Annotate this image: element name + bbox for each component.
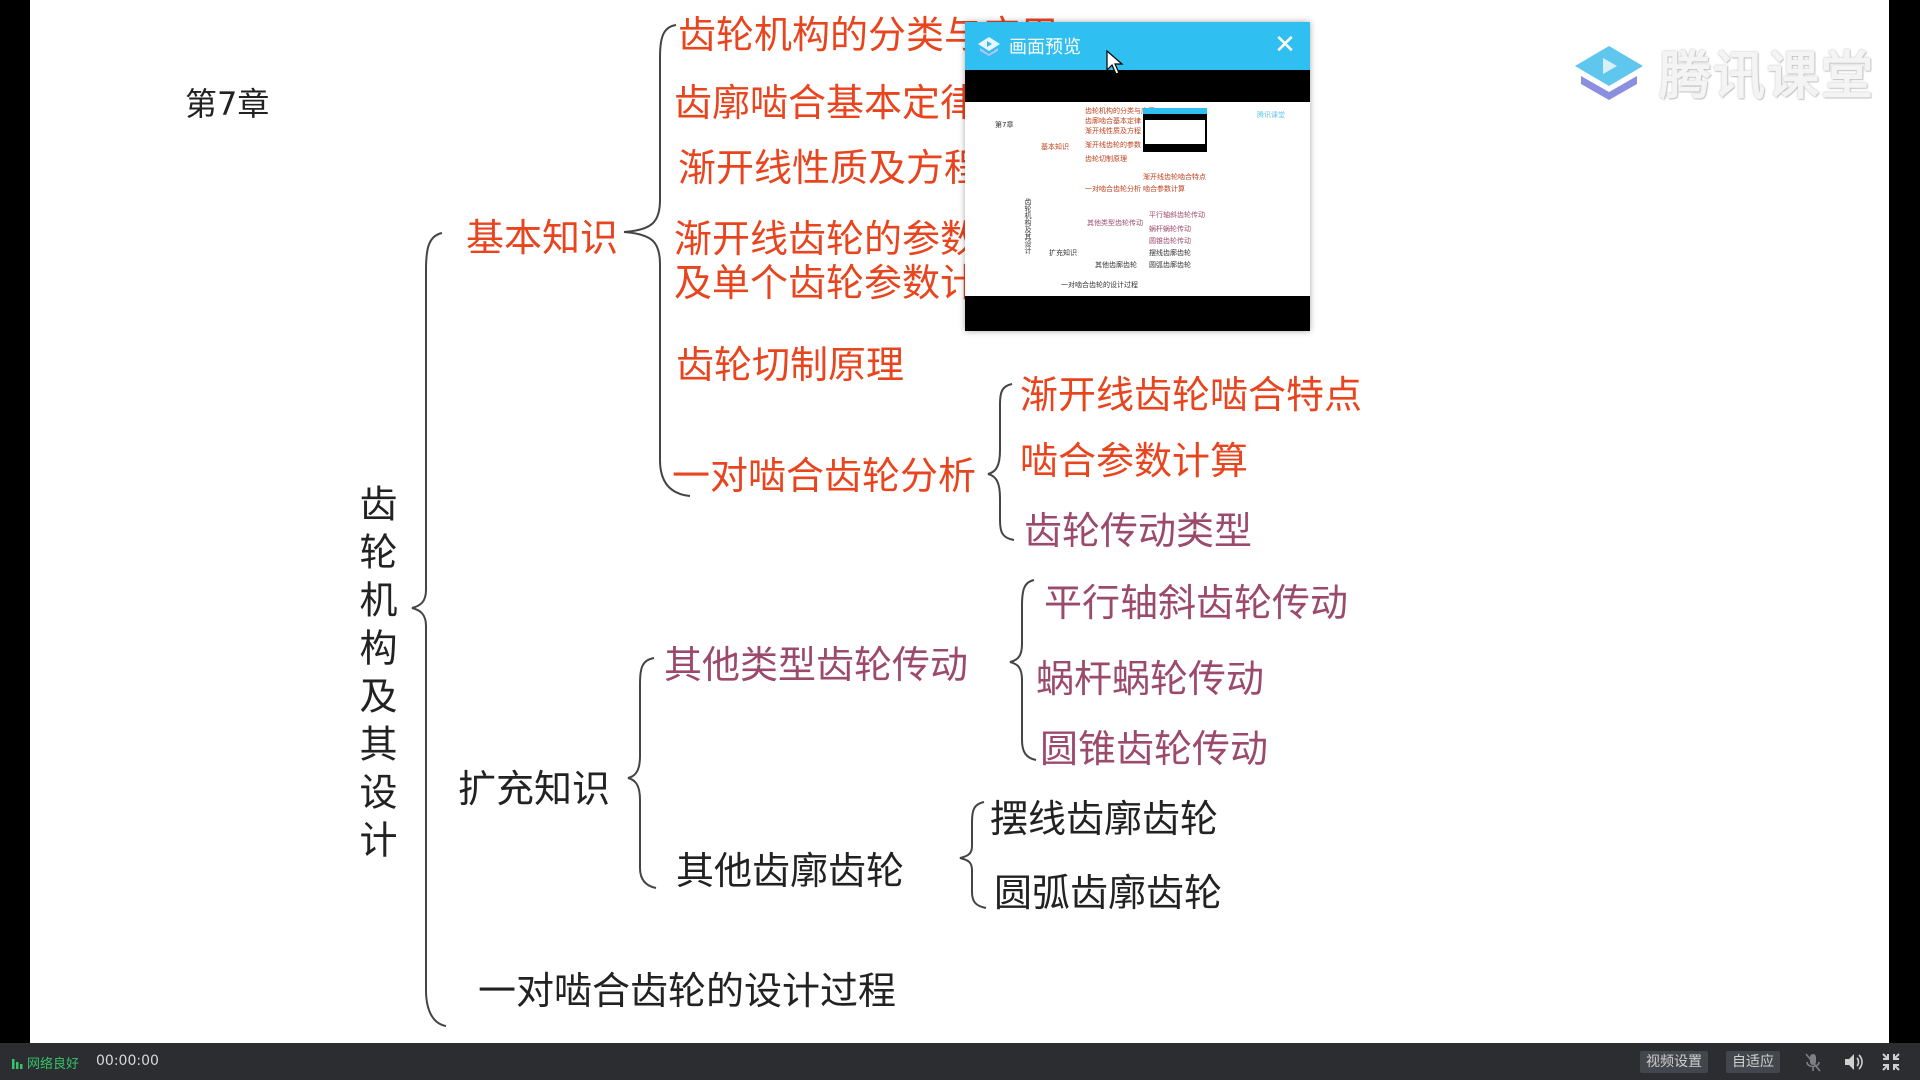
topic-profile-meshing-law: 齿廓啮合基本定律 — [674, 81, 979, 125]
tencent-classroom-logo-icon — [1575, 45, 1643, 100]
branch-extended-knowledge: 扩充知识 — [458, 767, 611, 811]
extended-brace — [627, 657, 657, 889]
chapter-title: 第7章 — [185, 85, 270, 123]
tencent-classroom-logo: 腾讯课堂 — [1573, 34, 1875, 109]
preview-popup-titlebar[interactable]: 画面预览 ✕ — [965, 22, 1310, 70]
root-brace — [411, 232, 447, 1027]
slide-canvas: 第7章 齿轮机构及其设计 基本知识 齿轮机构的分类与应用 齿廓啮合基本定律 渐开… — [30, 0, 1889, 1043]
topic-other-gear-drives: 其他类型齿轮传动 — [664, 643, 969, 687]
exit-fullscreen-icon[interactable] — [1880, 1051, 1902, 1073]
pair-analysis-brace — [987, 383, 1015, 541]
topic-helical-gears: 平行轴斜齿轮传动 — [1044, 581, 1349, 625]
video-settings-button[interactable]: 视频设置 — [1640, 1051, 1708, 1073]
topic-involute-properties: 渐开线性质及方程 — [678, 146, 983, 190]
preview-popup[interactable]: 画面预览 ✕ 第7章 齿轮机构的分类与应用 齿廓啮合基本定律 渐开线性质及方程 … — [965, 22, 1310, 331]
topic-involute-meshing: 渐开线齿轮啮合特点 — [1020, 373, 1363, 417]
other-profiles-brace — [959, 801, 987, 909]
speaker-icon[interactable] — [1842, 1051, 1864, 1073]
preview-app-icon — [978, 37, 1000, 56]
network-status-text: 网络良好 — [27, 1057, 80, 1072]
topic-drive-types: 齿轮传动类型 — [1024, 509, 1253, 553]
topic-circular-arc-profile: 圆弧齿廓齿轮 — [994, 871, 1223, 915]
preview-thumbnail: 第7章 齿轮机构的分类与应用 齿廓啮合基本定律 渐开线性质及方程 基本知识 渐开… — [965, 102, 1310, 296]
mic-muted-icon[interactable] — [1802, 1051, 1824, 1073]
other-drives-brace — [1009, 579, 1037, 761]
topic-design-process: 一对啮合齿轮的设计过程 — [478, 969, 897, 1013]
close-icon[interactable]: ✕ — [1272, 32, 1298, 58]
network-status: 网络良好 — [12, 1053, 79, 1072]
topic-cycloidal-profile: 摆线齿廓齿轮 — [990, 797, 1219, 841]
mouse-cursor-icon — [1106, 50, 1124, 75]
signal-bars-icon — [12, 1058, 23, 1069]
topic-worm-gears: 蜗杆蜗轮传动 — [1036, 657, 1265, 701]
preview-popup-title: 画面预览 — [1009, 37, 1081, 58]
adaptive-button[interactable]: 自适应 — [1726, 1051, 1780, 1073]
topic-gear-cutting: 齿轮切制原理 — [676, 343, 905, 387]
player-control-bar: 网络良好 00:00:00 视频设置 自适应 — [0, 1043, 1920, 1080]
nested-preview — [1143, 108, 1207, 152]
logo-text: 腾讯课堂 — [1659, 47, 1876, 107]
root-topic: 齿轮机构及其设计 — [353, 484, 397, 868]
topic-bevel-gears: 圆锥齿轮传动 — [1040, 727, 1269, 771]
topic-meshing-calc: 啮合参数计算 — [1020, 439, 1249, 483]
elapsed-time: 00:00:00 — [96, 1053, 159, 1069]
topic-pair-analysis: 一对啮合齿轮分析 — [672, 454, 977, 498]
branch-basic-knowledge: 基本知识 — [466, 216, 619, 260]
topic-involute-gear-params: 渐开线齿轮的参数 — [674, 217, 979, 261]
topic-other-profiles: 其他齿廓齿轮 — [676, 849, 905, 893]
